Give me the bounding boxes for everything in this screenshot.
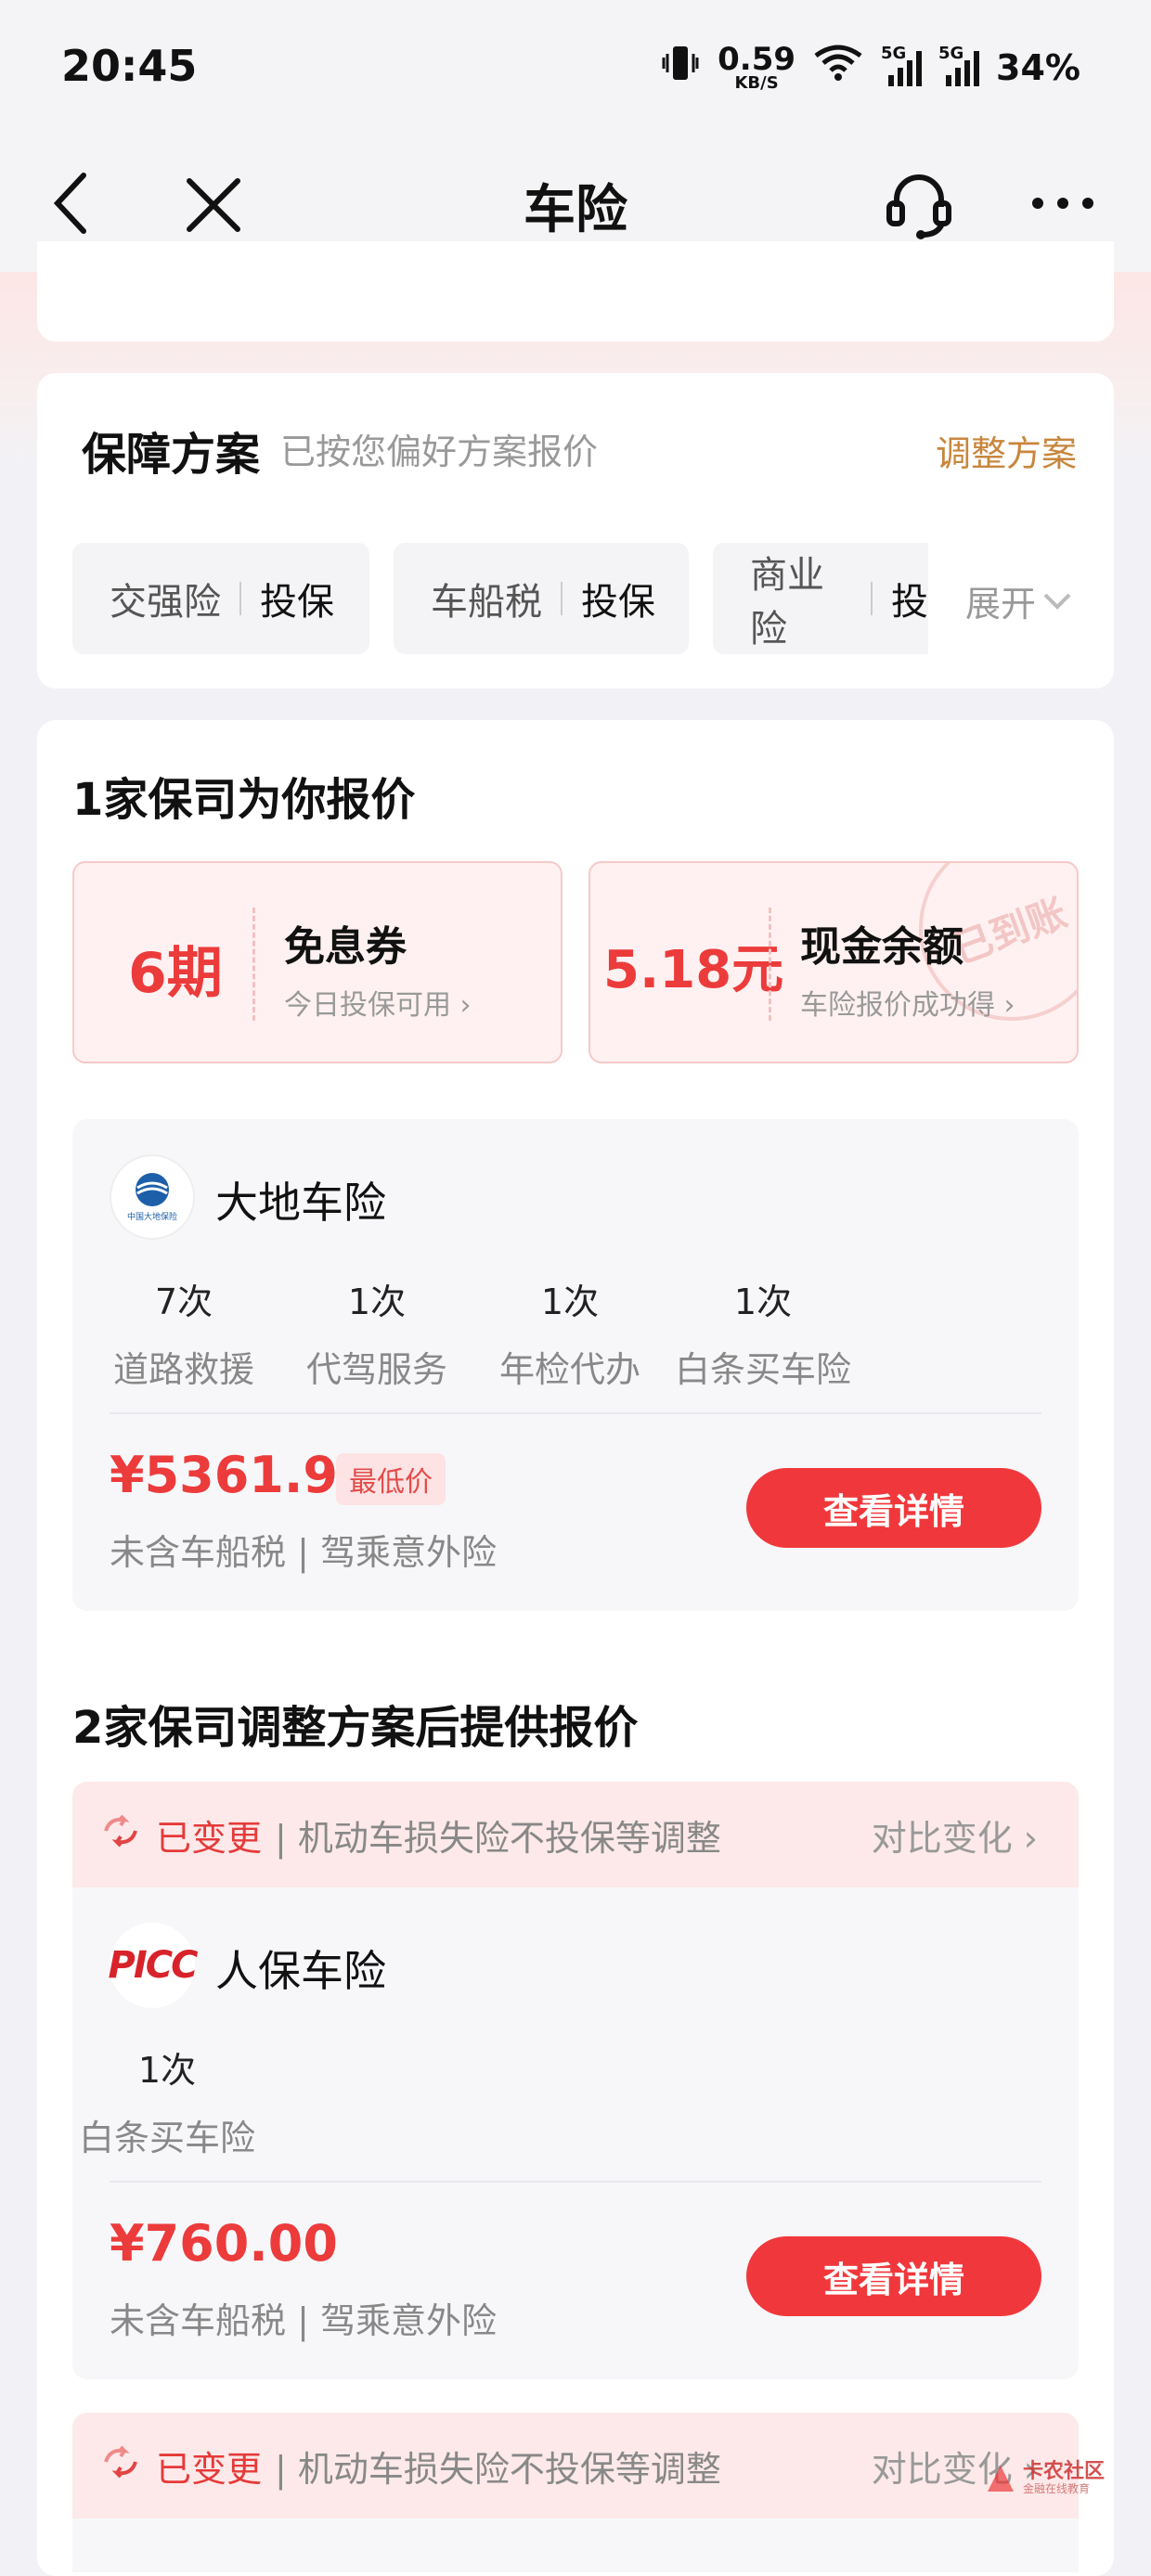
top-card-remnant — [37, 241, 1114, 341]
changed-label: 已变更 — [156, 2448, 263, 2490]
coupon-sub: 车险报价成功得 › — [800, 982, 1015, 1023]
view-details-button[interactable]: 查看详情 — [746, 1468, 1041, 1548]
plan-subtitle: 已按您偏好方案报价 — [280, 431, 599, 472]
coupon-sub: 今日投保可用 › — [284, 982, 472, 1023]
offer-divider — [110, 2181, 1041, 2183]
view-details-button[interactable]: 查看详情 — [746, 2236, 1041, 2316]
service-label: 年检代办 — [498, 1349, 640, 1390]
status-bar: 20:45 0.59 KB/S 5G 5G 34% — [0, 0, 1151, 135]
chip-name: 交强险 — [110, 581, 221, 624]
change-desc: | 机动车损失险不投保等调整 — [275, 1817, 721, 1859]
chip-vessel-tax[interactable]: 车船税 投保 — [394, 543, 689, 654]
service-count: 1次 — [137, 2050, 197, 2091]
chip-divider — [871, 582, 873, 615]
network-speed-value: 0.59 — [718, 40, 796, 78]
chip-action: 投保 — [260, 581, 334, 624]
service-item: 1次 白条买车险 — [670, 1273, 856, 1392]
chip-action: 投保 — [581, 581, 655, 624]
picc-logo-text: PICC — [108, 1944, 199, 1987]
chip-name: 车船税 — [431, 581, 542, 624]
offer-note: 未含车船税 | 驾乘意外险 — [110, 2300, 497, 2341]
chip-commercial[interactable]: 商业险 投 — [713, 543, 928, 654]
dadi-logo-text: 中国大地保险 — [127, 1211, 177, 1222]
dadi-logo: 中国大地保险 — [110, 1154, 195, 1240]
expand-label: 展开 — [965, 584, 1037, 625]
status-icons: 0.59 KB/S 5G 5G 34% — [660, 43, 1080, 92]
service-item: 1次 代驾服务 — [284, 1273, 470, 1392]
coupon-periods: 6期 — [128, 941, 223, 1006]
offer-price: ¥760.00 — [110, 2214, 338, 2273]
chip-compulsory[interactable]: 交强险 投保 — [72, 543, 369, 654]
offer-card-dadi[interactable]: 中国大地保险 大地车险 7次 道路救援 1次 代驾服务 1次 年检代办 1次 白… — [72, 1119, 1079, 1611]
refresh-icon — [100, 1814, 141, 1856]
sim1-label: 5G — [881, 43, 907, 63]
coupon-cash-amount: 5.18元 — [603, 940, 784, 1000]
changed-label: 已变更 — [156, 1817, 263, 1859]
chip-name: 商业险 — [750, 554, 824, 650]
chevron-right-icon: › — [1023, 1817, 1038, 1859]
offer-card-picc[interactable]: PICC 人保车险 1次 白条买车险 ¥760.00 未含车船税 | 驾乘意外险… — [72, 1887, 1079, 2379]
coupon-interest-free[interactable]: 6期 免息券 今日投保可用 › — [72, 861, 563, 1063]
watermark-sub: 金融在线教育 — [1023, 2482, 1091, 2496]
chip-action: 投 — [891, 581, 928, 624]
offer-note: 未含车船税 | 驾乘意外险 — [110, 1532, 497, 1573]
watermark-text: 卡农社区 — [1023, 2460, 1106, 2483]
wifi-icon — [812, 45, 864, 90]
signal-icon-sim2: 5G — [938, 44, 980, 86]
service-item: 1次 白条买车险 — [74, 2041, 260, 2160]
network-speed: 0.59 KB/S — [718, 44, 795, 92]
coupon-sub-text: 今日投保可用 — [284, 989, 451, 1022]
adjusted-title: 2家保司调整方案后提供报价 — [72, 1702, 639, 1754]
watermark: 卡农社区 金融在线教育 — [984, 2460, 1106, 2496]
insurer-name: 大地车险 — [215, 1178, 386, 1228]
adjust-plan-link[interactable]: 调整方案 — [936, 425, 1077, 476]
picc-logo: PICC — [108, 1923, 199, 2008]
compare-link[interactable]: 对比变化 › — [872, 1810, 1038, 1861]
lowest-price-badge: 最低价 — [336, 1453, 446, 1505]
service-label: 白条买车险 — [674, 1349, 851, 1390]
watermark-logo-icon — [988, 2465, 1014, 2492]
offer-card-partial — [72, 2518, 1079, 2572]
compare-label: 对比变化 — [871, 1817, 1013, 1859]
page-title: 车险 — [524, 180, 627, 240]
signal-icon-sim1: 5G — [881, 44, 923, 86]
service-count: 1次 — [347, 1282, 407, 1322]
coupon-divider — [252, 908, 255, 1021]
insurer-name: 人保车险 — [215, 1946, 386, 1996]
status-time: 20:45 — [61, 41, 198, 91]
service-item: 1次 年检代办 — [477, 1273, 663, 1392]
service-item: 7次 道路救援 — [91, 1273, 277, 1392]
coupon-cash-balance[interactable]: 已到账 5.18元 现金余额 车险报价成功得 › — [588, 861, 1079, 1063]
offer-divider — [110, 1412, 1041, 1414]
coupon-divider — [769, 908, 771, 1021]
refresh-icon — [100, 2445, 141, 2487]
vibrate-icon — [660, 43, 701, 92]
expand-button[interactable]: 展开 — [965, 575, 1073, 626]
offer-price: ¥5361.94 — [110, 1446, 373, 1504]
chevron-down-icon — [1043, 593, 1071, 610]
change-desc: | 机动车损失险不投保等调整 — [275, 2448, 721, 2490]
quotes-title: 1家保司为你报价 — [72, 774, 416, 826]
chip-divider — [561, 582, 563, 615]
chip-divider — [239, 582, 241, 615]
more-icon[interactable] — [1030, 196, 1095, 214]
battery-level: 34% — [996, 46, 1080, 88]
coupon-title: 免息券 — [284, 923, 407, 971]
service-count: 1次 — [540, 1282, 600, 1322]
coupon-title: 现金余额 — [800, 923, 963, 971]
chevron-right-icon: › — [459, 989, 472, 1022]
service-count: 1次 — [733, 1282, 793, 1322]
customer-service-icon[interactable] — [882, 166, 956, 244]
service-count: 7次 — [154, 1282, 213, 1322]
service-label: 白条买车险 — [78, 2118, 255, 2158]
change-bar[interactable]: 已变更 | 机动车损失险不投保等调整 对比变化 › — [72, 1782, 1079, 1887]
change-bar-2[interactable]: 已变更 | 机动车损失险不投保等调整 对比变化 › — [72, 2413, 1079, 2518]
chevron-right-icon: › — [1003, 989, 1015, 1022]
coupon-sub-text: 车险报价成功得 — [800, 989, 995, 1022]
service-label: 道路救援 — [112, 1349, 254, 1390]
sim2-label: 5G — [938, 43, 964, 63]
network-speed-unit: KB/S — [734, 72, 779, 93]
plan-title: 保障方案 — [82, 429, 261, 481]
service-label: 代驾服务 — [305, 1349, 447, 1390]
